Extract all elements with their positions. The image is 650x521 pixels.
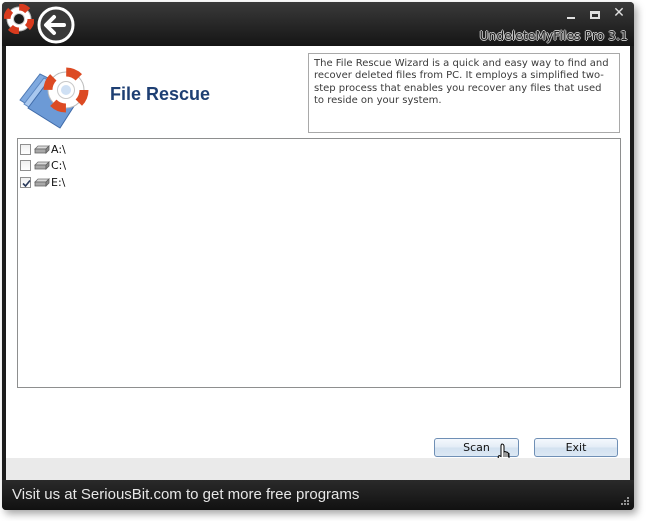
window-controls: ✕	[564, 5, 626, 22]
back-arrow-icon[interactable]	[34, 5, 78, 45]
drive-icon	[34, 160, 50, 170]
drive-label: A:\	[51, 142, 66, 156]
minimize-icon	[567, 17, 575, 19]
drive-label: E:\	[51, 175, 66, 189]
main-panel: File Rescue The File Rescue Wizard is a …	[6, 46, 630, 480]
drive-checkbox-c[interactable]	[20, 159, 31, 171]
drive-item-c[interactable]: C:\	[20, 157, 66, 173]
close-button[interactable]: ✕	[612, 5, 626, 22]
app-window: ✕ UndeleteMyFiles Pro 3.1 File Rescue Th…	[2, 2, 634, 510]
website-link[interactable]: Visit us at SeriousBit.com to get more f…	[12, 486, 359, 503]
drive-checkbox-a[interactable]	[20, 143, 31, 155]
description-box: The File Rescue Wizard is a quick and ea…	[308, 53, 620, 133]
maximize-button[interactable]	[588, 8, 602, 22]
drive-list[interactable]: A:\ C:\ E:\	[17, 138, 621, 388]
lifebuoy-icon	[4, 4, 34, 34]
checkmark-icon	[22, 179, 31, 187]
page-title: File Rescue	[110, 84, 211, 104]
resize-grip-icon[interactable]	[620, 496, 630, 506]
folder-lifebuoy-icon	[19, 67, 89, 129]
drive-item-e[interactable]: E:\	[20, 174, 65, 190]
maximize-icon	[590, 11, 600, 19]
minimize-button[interactable]	[564, 8, 578, 22]
drive-item-a[interactable]: A:\	[20, 141, 66, 157]
drive-label: C:\	[51, 158, 67, 172]
footer-strip	[6, 458, 630, 480]
close-icon: ✕	[613, 5, 625, 21]
exit-button[interactable]: Exit	[534, 438, 618, 457]
status-bar: Visit us at SeriousBit.com to get more f…	[2, 480, 634, 510]
drive-icon	[34, 144, 50, 154]
drive-checkbox-e[interactable]	[20, 176, 31, 188]
drive-icon	[34, 177, 50, 187]
window-title: UndeleteMyFiles Pro 3.1	[479, 29, 628, 43]
title-bar[interactable]: ✕ UndeleteMyFiles Pro 3.1	[2, 2, 634, 46]
